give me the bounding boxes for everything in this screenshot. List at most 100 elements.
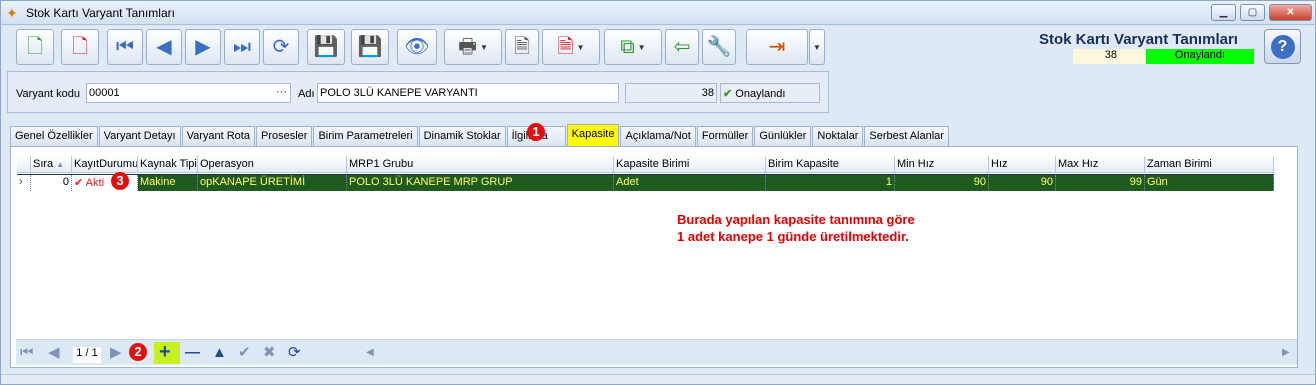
tab-strip: Genel Özellikler Varyant Detayı Varyant … bbox=[10, 124, 950, 146]
cancel-save-button[interactable]: 💾 bbox=[351, 29, 389, 65]
refresh-button[interactable]: ⟳ bbox=[263, 29, 299, 65]
column-header[interactable]: Kaynak Tipi bbox=[138, 156, 198, 173]
tab-kapasite[interactable]: Kapasite bbox=[566, 124, 620, 146]
refresh-icon[interactable]: ⟳ bbox=[288, 344, 301, 362]
column-header[interactable]: MRP1 Grubu bbox=[347, 156, 614, 173]
previous-record-button[interactable]: ◀ bbox=[146, 29, 182, 65]
cell-hiz[interactable]: 90 bbox=[989, 175, 1056, 191]
cell-birim-kapasite[interactable]: 1 bbox=[766, 175, 895, 191]
tab-genel-ozellikler[interactable]: Genel Özellikler bbox=[10, 126, 98, 146]
cell-sira[interactable]: 0 bbox=[31, 175, 72, 191]
column-header[interactable]: Max Hız bbox=[1056, 156, 1145, 173]
minimize-button[interactable]: ▁ bbox=[1211, 4, 1236, 21]
remove-row-icon[interactable]: — bbox=[185, 344, 200, 362]
name-label: Adı bbox=[298, 88, 315, 100]
tab-dinamik-stoklar[interactable]: Dinamik Stoklar bbox=[418, 126, 506, 146]
exit-door-icon: ⇥ bbox=[768, 36, 786, 58]
plus-icon: + bbox=[159, 341, 171, 363]
next-page-icon[interactable]: ▶ bbox=[110, 344, 122, 362]
copy-icon: ⧉ bbox=[620, 36, 635, 58]
next-icon: ▶ bbox=[195, 36, 211, 58]
previous-page-icon[interactable]: ◀ bbox=[48, 344, 60, 362]
close-button[interactable]: ✕ bbox=[1269, 4, 1312, 21]
first-icon: ⏮ bbox=[116, 36, 134, 58]
last-icon: ⏭ bbox=[233, 36, 251, 58]
cancel-icon[interactable]: ✖ bbox=[263, 344, 276, 362]
column-header[interactable]: Kapasite Birimi bbox=[614, 156, 766, 173]
copy-button[interactable]: ⧉ ▼ bbox=[604, 29, 662, 65]
column-header[interactable]: Zaman Birimi bbox=[1145, 156, 1274, 173]
column-header[interactable]: Operasyon bbox=[198, 156, 347, 173]
note-line-2: 1 adet kanepe 1 günde üretilmektedir. bbox=[677, 229, 909, 244]
next-record-button[interactable]: ▶ bbox=[185, 29, 221, 65]
name-value: POLO 3LÜ KANEPE VARYANTI bbox=[320, 87, 478, 99]
eye-icon: 👁 bbox=[404, 36, 430, 58]
tab-formuller[interactable]: Formüller bbox=[696, 126, 754, 146]
cell-mrp[interactable]: POLO 3LÜ KANEPE MRP GRUP bbox=[347, 175, 614, 191]
pdf-icon: 🗎 bbox=[557, 36, 574, 58]
exit-button[interactable]: ⇥ bbox=[746, 29, 808, 65]
approval-label: Onaylandı bbox=[735, 88, 786, 100]
grid-header: Sıra ▲ KayıtDurumu Kaynak Tipi Operasyon… bbox=[17, 156, 1274, 173]
confirm-icon[interactable]: ✔ bbox=[238, 344, 251, 362]
cell-kaynak[interactable]: Makine bbox=[138, 175, 198, 191]
save-cancel-icon: 💾 bbox=[357, 36, 383, 58]
tools-button[interactable]: 🔧 bbox=[702, 29, 736, 65]
main-window: ✦ Stok Kartı Varyant Tanımları ▁ ▢ ✕ 🗋 🗋… bbox=[0, 0, 1316, 385]
tab-prosesler[interactable]: Prosesler bbox=[255, 126, 313, 146]
tab-aciklama-not[interactable]: Açıklama/Not bbox=[620, 126, 696, 146]
name-field[interactable]: POLO 3LÜ KANEPE VARYANTI bbox=[317, 83, 619, 103]
move-up-icon[interactable]: ▲ bbox=[212, 344, 227, 362]
callout-badge-2: 2 bbox=[129, 343, 147, 361]
table-row[interactable]: › 0 ✔ Akti Makine opKANAPE ÜRETİMİ POLO … bbox=[17, 174, 1274, 191]
help-button[interactable]: ? bbox=[1264, 29, 1301, 64]
annotation-note: Burada yapılan kapasite tanımına göre 1 … bbox=[677, 211, 915, 245]
scroll-left-icon[interactable]: ◀ bbox=[366, 344, 374, 362]
maximize-button[interactable]: ▢ bbox=[1240, 4, 1265, 21]
record-number: 38 bbox=[1073, 49, 1145, 64]
tab-varyant-detayi[interactable]: Varyant Detayı bbox=[98, 126, 181, 146]
attachment-button[interactable]: 🗎 bbox=[505, 29, 539, 65]
first-page-icon[interactable]: ⏮ bbox=[20, 344, 34, 362]
import-button[interactable]: ⇦ bbox=[665, 29, 699, 65]
cell-min-hiz[interactable]: 90 bbox=[895, 175, 989, 191]
pdf-export-button[interactable]: 🗎 ▼ bbox=[542, 29, 600, 65]
tab-varyant-rota[interactable]: Varyant Rota bbox=[181, 126, 255, 146]
import-icon: ⇦ bbox=[673, 36, 691, 58]
last-record-button[interactable]: ⏭ bbox=[224, 29, 260, 65]
column-header[interactable]: Hız bbox=[989, 156, 1056, 173]
new-record-button[interactable]: 🗋 bbox=[16, 29, 54, 65]
page-indicator: 1 / 1 bbox=[73, 347, 101, 363]
approval-field[interactable]: ✔ Onaylandı bbox=[720, 83, 820, 103]
cell-kapasite-birimi[interactable]: Adet bbox=[614, 175, 766, 191]
ellipsis-icon[interactable]: ⋯ bbox=[276, 85, 287, 98]
cell-max-hiz[interactable]: 99 bbox=[1056, 175, 1145, 191]
column-header[interactable]: KayıtDurumu bbox=[72, 156, 138, 173]
exit-dropdown-button[interactable]: ▼ bbox=[809, 29, 825, 65]
row-indicator-icon: › bbox=[17, 175, 31, 191]
tab-birim-parametreleri[interactable]: Birim Parametreleri bbox=[313, 126, 418, 146]
column-header[interactable]: Birim Kapasite bbox=[766, 156, 895, 173]
tab-noktalar[interactable]: Noktalar bbox=[812, 126, 864, 146]
scroll-right-icon[interactable]: ▶ bbox=[1282, 344, 1290, 362]
help-icon: ? bbox=[1270, 34, 1295, 59]
sort-asc-icon: ▲ bbox=[56, 160, 65, 169]
add-row-button[interactable]: + bbox=[154, 341, 180, 364]
tab-serbest-alanlar[interactable]: Serbest Alanlar bbox=[864, 126, 949, 146]
cell-operasyon[interactable]: opKANAPE ÜRETİMİ bbox=[198, 175, 347, 191]
column-header[interactable]: Sıra ▲ bbox=[31, 156, 72, 173]
row-indicator-header bbox=[17, 156, 31, 173]
status-badge: Onaylandı bbox=[1146, 49, 1254, 64]
preview-button[interactable]: 👁 bbox=[397, 29, 437, 65]
tab-gunlukler[interactable]: Günlükler bbox=[754, 126, 812, 146]
variant-code-field[interactable]: 00001 ⋯ bbox=[86, 83, 291, 103]
save-button[interactable]: 💾 bbox=[307, 29, 345, 65]
delete-record-button[interactable]: 🗋 bbox=[61, 29, 99, 65]
first-record-button[interactable]: ⏮ bbox=[107, 29, 143, 65]
note-line-1: Burada yapılan kapasite tanımına göre bbox=[677, 212, 915, 227]
column-header[interactable]: Min Hız bbox=[895, 156, 989, 173]
header-form: Varyant kodu 00001 ⋯ Adı POLO 3LÜ KANEPE … bbox=[7, 71, 829, 113]
window-title: Stok Kartı Varyant Tanımları bbox=[26, 6, 175, 20]
print-button[interactable]: 🖶 ▼ bbox=[444, 29, 502, 65]
cell-zaman-birimi[interactable]: Gün bbox=[1145, 175, 1274, 191]
